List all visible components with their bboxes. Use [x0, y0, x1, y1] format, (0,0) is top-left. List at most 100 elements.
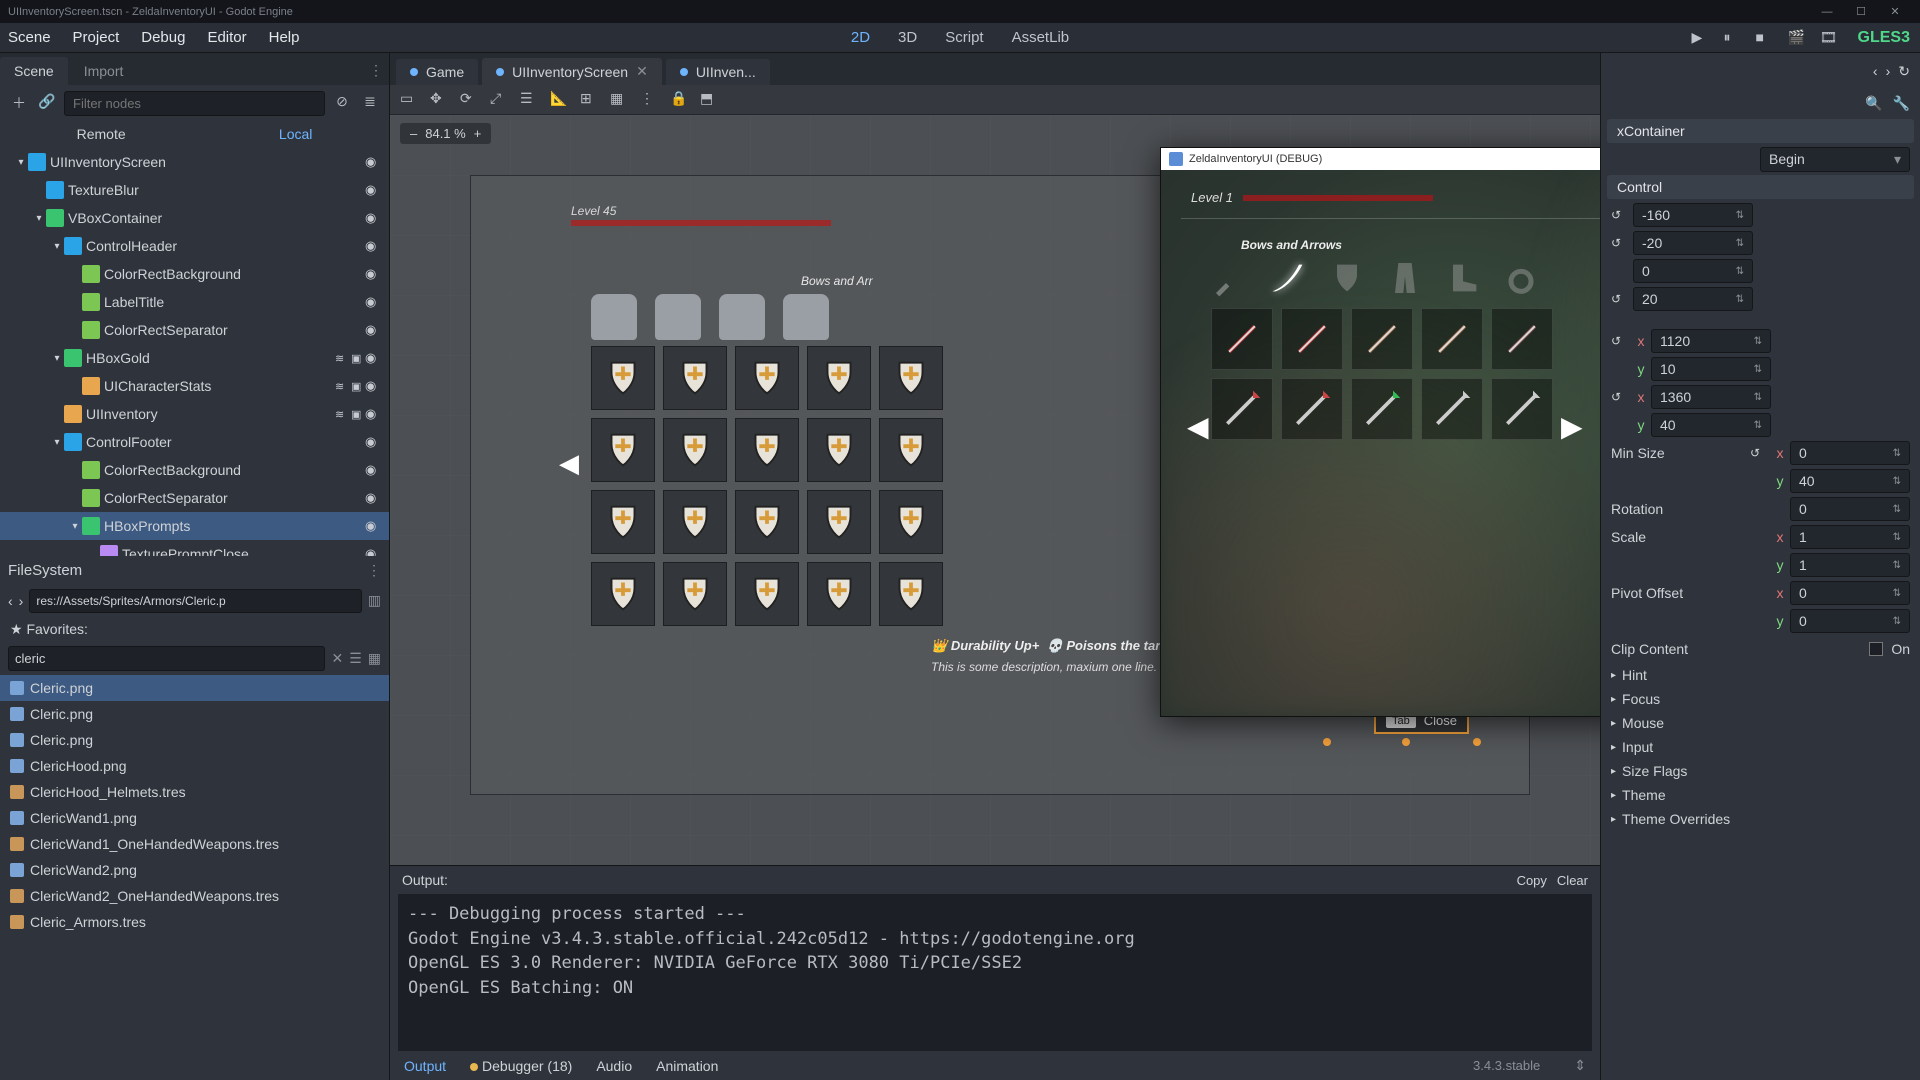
tree-node-colorrectseparator[interactable]: ColorRectSeparator◉: [0, 484, 389, 512]
bottom-tab-animation[interactable]: Animation: [656, 1058, 718, 1074]
signals-icon[interactable]: ≋: [335, 380, 349, 393]
inspector-rect-y[interactable]: 10⇅: [1651, 357, 1771, 381]
visibility-icon[interactable]: ◉: [365, 238, 383, 254]
zoom-in-icon[interactable]: +: [474, 126, 482, 141]
visibility-icon[interactable]: ◉: [365, 266, 383, 282]
snap-icon[interactable]: ⊞: [580, 90, 600, 110]
reset-icon[interactable]: ↺: [1611, 208, 1627, 222]
inspector-search-icon[interactable]: 🔍: [1865, 95, 1882, 112]
output-copy-button[interactable]: Copy: [1517, 873, 1547, 888]
visibility-icon[interactable]: ◉: [365, 434, 383, 450]
tree-node-vboxcontainer[interactable]: ▾VBoxContainer◉: [0, 204, 389, 232]
item-slot-arrow[interactable]: [1491, 378, 1553, 440]
visibility-icon[interactable]: ◉: [365, 294, 383, 310]
menu-project[interactable]: Project: [73, 29, 120, 46]
inspector-group-hint[interactable]: ▸Hint: [1601, 663, 1920, 687]
inspector-history-icon[interactable]: ↻: [1898, 63, 1910, 80]
file-row[interactable]: Cleric_Armors.tres: [0, 909, 389, 935]
filesystem-path-input[interactable]: [29, 589, 361, 613]
snap-grid-icon[interactable]: ▦: [610, 90, 630, 110]
debug-game-body[interactable]: Level 1 Inventory 0 Bows and Arrows: [1161, 170, 1600, 716]
visibility-icon[interactable]: ◉: [365, 322, 383, 338]
tree-node-hboxgold[interactable]: ▾HBoxGold≋▣◉: [0, 344, 389, 372]
item-slot-arrow[interactable]: [1281, 378, 1343, 440]
inspector-class-header[interactable]: xContainer: [1607, 119, 1914, 143]
inspector-back-icon[interactable]: ‹: [1873, 63, 1878, 79]
list-tool-icon[interactable]: ☰: [520, 90, 540, 110]
file-row[interactable]: Cleric.png: [0, 727, 389, 753]
visibility-icon[interactable]: ◉: [365, 154, 383, 170]
signals-icon[interactable]: ≋: [335, 408, 349, 421]
inspector-group-mouse[interactable]: ▸Mouse: [1601, 711, 1920, 735]
output-log[interactable]: --- Debugging process started --- Godot …: [398, 894, 1592, 1051]
cat-sword-icon[interactable]: [1211, 258, 1251, 298]
inspector-alignment-dropdown[interactable]: Begin▾: [1760, 147, 1910, 172]
game-nav-right-icon[interactable]: ▶: [1561, 410, 1583, 443]
item-slot-bow[interactable]: [1281, 308, 1343, 370]
bottom-tab-output[interactable]: Output: [404, 1058, 446, 1074]
group-icon[interactable]: ▣: [351, 380, 365, 393]
instance-icon[interactable]: 🔗: [36, 93, 58, 115]
debug-game-window[interactable]: ZeldaInventoryUI (DEBUG) — ☐ ✕ Level 1 I…: [1160, 147, 1600, 717]
move-tool-icon[interactable]: ✥: [430, 90, 450, 110]
menu-help[interactable]: Help: [269, 29, 300, 46]
tree-node-controlfooter[interactable]: ▾ControlFooter◉: [0, 428, 389, 456]
game-category-row[interactable]: [1211, 258, 1541, 298]
file-row[interactable]: ClericHood.png: [0, 753, 389, 779]
cat-ring-icon[interactable]: [1501, 258, 1541, 298]
inspector-rect-x[interactable]: 1120⇅: [1651, 329, 1771, 353]
play-scene-icon[interactable]: 🎬: [1788, 29, 1806, 47]
local-tab[interactable]: Local: [279, 126, 312, 142]
tree-node-texturepromptclose[interactable]: TexturePromptClose◉: [0, 540, 389, 556]
file-row[interactable]: ClericWand1_OneHandedWeapons.tres: [0, 831, 389, 857]
clear-filter-icon[interactable]: ⊘: [331, 93, 353, 115]
scale-tool-icon[interactable]: ⤢: [490, 90, 510, 110]
inspector-tools-icon[interactable]: 🔧: [1893, 95, 1910, 112]
filesystem-search-input[interactable]: [8, 646, 325, 671]
inspector-fwd-icon[interactable]: ›: [1886, 63, 1891, 79]
visibility-icon[interactable]: ◉: [365, 210, 383, 226]
zoom-out-icon[interactable]: –: [410, 126, 417, 141]
item-slot-arrow[interactable]: [1211, 378, 1273, 440]
rotate-tool-icon[interactable]: ⟳: [460, 90, 480, 110]
attach-script-icon[interactable]: ≣: [359, 93, 381, 115]
view-list-icon[interactable]: ☰: [349, 650, 362, 667]
view-grid-icon[interactable]: ▦: [368, 650, 381, 667]
workspace-assetlib[interactable]: AssetLib: [1012, 29, 1070, 46]
tree-node-colorrectbackground[interactable]: ColorRectBackground◉: [0, 456, 389, 484]
output-clear-button[interactable]: Clear: [1557, 873, 1588, 888]
visibility-icon[interactable]: ◉: [365, 182, 383, 198]
filesystem-menu-icon[interactable]: ⋮: [367, 562, 381, 579]
tree-node-hboxprompts[interactable]: ▾HBoxPrompts◉: [0, 512, 389, 540]
cat-bow-icon[interactable]: [1269, 258, 1309, 298]
item-slot-bow[interactable]: [1421, 308, 1483, 370]
visibility-icon[interactable]: ◉: [365, 462, 383, 478]
inspector-rotation[interactable]: 0⇅: [1790, 497, 1910, 521]
renderer-badge[interactable]: GLES3: [1858, 29, 1910, 47]
tree-node-uiinventoryscreen[interactable]: ▾UIInventoryScreen◉: [0, 148, 389, 176]
tree-node-colorrectseparator[interactable]: ColorRectSeparator◉: [0, 316, 389, 344]
play-custom-icon[interactable]: 🎞: [1820, 29, 1838, 47]
path-back-icon[interactable]: ‹: [8, 593, 13, 609]
scene-tree[interactable]: ▾UIInventoryScreen◉TextureBlur◉▾VBoxCont…: [0, 146, 389, 556]
item-slot-bow[interactable]: [1491, 308, 1553, 370]
inspector-value[interactable]: -160⇅: [1633, 203, 1753, 227]
tab-import[interactable]: Import: [70, 57, 138, 85]
visibility-icon[interactable]: ◉: [365, 350, 383, 366]
menu-editor[interactable]: Editor: [207, 29, 246, 46]
inspector-value[interactable]: -20⇅: [1633, 231, 1753, 255]
scene-tab-uiinventoryscreen[interactable]: UIInventoryScreen✕: [482, 58, 662, 85]
item-slot-arrow[interactable]: [1421, 378, 1483, 440]
inspector-group-theme-overrides[interactable]: ▸Theme Overrides: [1601, 807, 1920, 831]
tree-node-labeltitle[interactable]: LabelTitle◉: [0, 288, 389, 316]
cat-boots-icon[interactable]: [1443, 258, 1483, 298]
inspector-value[interactable]: 0⇅: [1633, 259, 1753, 283]
ruler-tool-icon[interactable]: 📐: [550, 90, 570, 110]
dock-menu-icon[interactable]: ⋮: [363, 56, 389, 85]
lock-icon[interactable]: 🔒: [670, 90, 690, 110]
bottom-collapse-icon[interactable]: ⇕: [1574, 1057, 1586, 1074]
reset-icon[interactable]: ↺: [1611, 390, 1627, 404]
visibility-icon[interactable]: ◉: [365, 518, 383, 534]
scene-tab-game[interactable]: Game: [396, 59, 478, 85]
item-slot-arrow[interactable]: [1351, 378, 1413, 440]
